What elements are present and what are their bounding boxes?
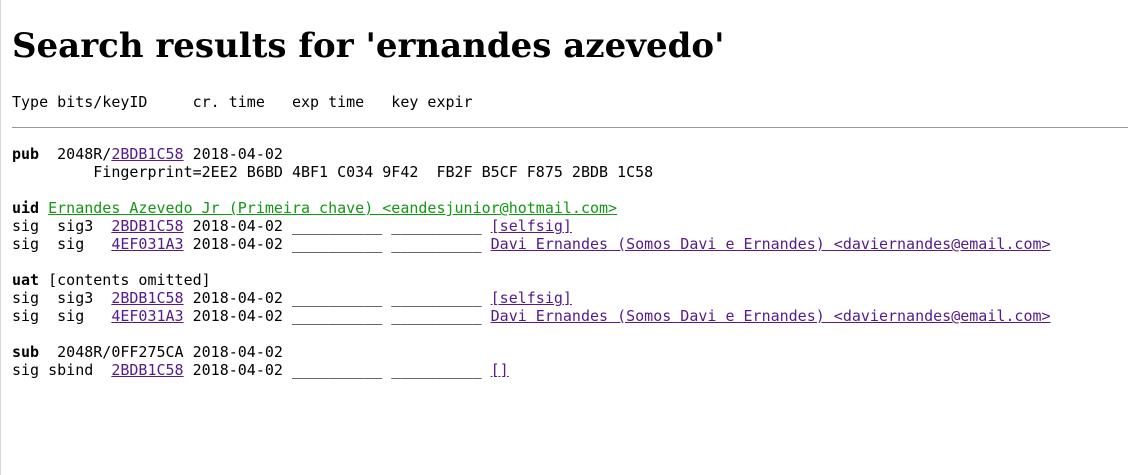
sub-sig-1-dates: 2018-04-02 __________ __________	[183, 361, 491, 379]
uat-sig-2-dates: 2018-04-02 __________ __________	[183, 307, 491, 325]
pub-created: 2018-04-02	[192, 145, 283, 163]
page-title: Search results for 'ernandes azevedo'	[12, 26, 725, 66]
uid-sig-1-prefix: sig sig3	[12, 217, 112, 235]
sub-sig-1-keyid-link[interactable]: 2BDB1C58	[111, 361, 183, 379]
uat-rest: [contents omitted]	[39, 271, 211, 289]
uid-link[interactable]: Ernandes Azevedo Jr (Primeira chave) <ea…	[48, 199, 617, 217]
pub-bits: 2048R/	[57, 145, 112, 163]
uid-sig-2-dates: 2018-04-02 __________ __________	[183, 235, 491, 253]
uid-sig-1-keyid-link[interactable]: 2BDB1C58	[111, 217, 183, 235]
uat-sig-1-dates: 2018-04-02 __________ __________	[183, 289, 491, 307]
uid-type: uid	[12, 199, 40, 217]
sub-sig-1-prefix: sig sbind	[12, 361, 112, 379]
page: Search results for 'ernandes azevedo' Ty…	[0, 0, 1128, 475]
uat-sig-1-signer-link[interactable]: [selfsig]	[491, 289, 572, 307]
pub-fingerprint: Fingerprint=2EE2 B6BD 4BF1 C034 9F42 FB2…	[12, 163, 654, 181]
uat-sig-1-prefix: sig sig3	[12, 289, 112, 307]
horizontal-rule	[12, 127, 1128, 128]
pub-keyid-link[interactable]: 2BDB1C58	[111, 145, 183, 163]
sub-sig-1-signer-link[interactable]: []	[491, 361, 509, 379]
uat-sig-1-keyid-link[interactable]: 2BDB1C58	[111, 289, 183, 307]
uat-type: uat	[12, 271, 40, 289]
pub-type: pub	[12, 145, 40, 163]
uid-sig-1-signer-link[interactable]: [selfsig]	[491, 217, 572, 235]
column-header: Type bits/keyID cr. time exp time key ex…	[12, 93, 473, 111]
uid-sig-2-signer-link[interactable]: Davi Ernandes (Somos Davi e Ernandes) <d…	[491, 235, 1051, 253]
uid-sig-1-dates: 2018-04-02 __________ __________	[183, 217, 491, 235]
uat-sig-2-keyid-link[interactable]: 4EF031A3	[111, 307, 183, 325]
results-block: pub 2048R/2BDB1C58 2018-04-02 Fingerprin…	[12, 145, 1051, 379]
uat-sig-2-prefix: sig sig	[12, 307, 112, 325]
uid-sig-2-prefix: sig sig	[12, 235, 112, 253]
sub-type: sub	[12, 343, 40, 361]
uid-sig-2-keyid-link[interactable]: 4EF031A3	[111, 235, 183, 253]
sub-rest: 2048R/0FF275CA 2018-04-02	[39, 343, 283, 361]
uat-sig-2-signer-link[interactable]: Davi Ernandes (Somos Davi e Ernandes) <d…	[491, 307, 1051, 325]
